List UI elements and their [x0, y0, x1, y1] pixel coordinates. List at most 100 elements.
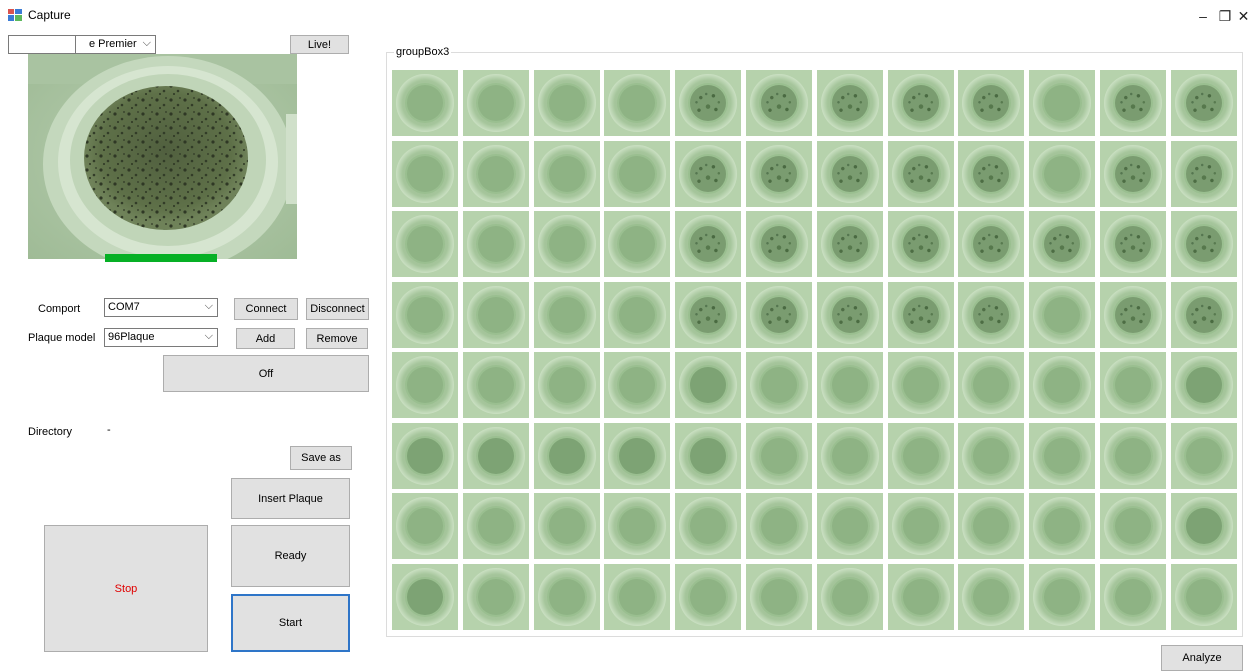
well-image: [1029, 211, 1095, 277]
well-image: [392, 282, 458, 348]
restore-button[interactable]: ❐: [1215, 7, 1235, 25]
well-image: [817, 352, 883, 418]
well-image: [958, 423, 1024, 489]
well-center: [1044, 367, 1080, 403]
plaque-model-select[interactable]: 96Plaque ⌵: [104, 328, 218, 347]
stop-button[interactable]: Stop: [44, 525, 208, 652]
well-center: [549, 156, 585, 192]
well-image: [958, 493, 1024, 559]
well-center: [478, 508, 514, 544]
well-center: [478, 156, 514, 192]
well-center: [903, 297, 939, 333]
off-button[interactable]: Off: [163, 355, 369, 392]
well-center: [1044, 226, 1080, 262]
well-center: [1186, 85, 1222, 121]
well-image: [534, 70, 600, 136]
well-image: [817, 423, 883, 489]
well-image: [604, 70, 670, 136]
well-center: [549, 579, 585, 615]
well-center: [549, 297, 585, 333]
chevron-down-icon: ⌵: [204, 300, 213, 312]
well-center: [832, 579, 868, 615]
well-center: [903, 438, 939, 474]
well-image: [746, 141, 812, 207]
well-center: [690, 156, 726, 192]
connect-button[interactable]: Connect: [234, 298, 298, 320]
well-image: [1029, 282, 1095, 348]
well-image: [888, 493, 954, 559]
chevron-down-icon: ⌵: [204, 330, 213, 342]
well-center: [407, 508, 443, 544]
plaque-model-select-value: 96Plaque: [108, 331, 155, 343]
well-center: [973, 367, 1009, 403]
well-center: [761, 367, 797, 403]
well-image: [817, 564, 883, 630]
progress-fill: [105, 254, 217, 262]
well-image: [958, 564, 1024, 630]
live-button[interactable]: Live!: [290, 35, 349, 54]
well-center: [690, 226, 726, 262]
camera-select[interactable]: e Premier ⌵: [8, 35, 156, 54]
well-center: [619, 579, 655, 615]
well-center: [973, 297, 1009, 333]
well-center: [973, 438, 1009, 474]
well-image: [604, 352, 670, 418]
window-title: Capture: [28, 8, 71, 22]
well-image: [463, 493, 529, 559]
well-image: [958, 352, 1024, 418]
well-image: [888, 352, 954, 418]
well-image: [534, 282, 600, 348]
well-image: [675, 282, 741, 348]
well-center: [407, 367, 443, 403]
ready-button[interactable]: Ready: [231, 525, 350, 587]
well-center: [1044, 156, 1080, 192]
well-center: [832, 508, 868, 544]
disconnect-button[interactable]: Disconnect: [306, 298, 369, 320]
well-center: [1186, 579, 1222, 615]
well-center: [619, 85, 655, 121]
well-center: [973, 579, 1009, 615]
well-image: [1100, 211, 1166, 277]
well-center: [407, 297, 443, 333]
well-center: [1115, 579, 1151, 615]
well-center: [903, 508, 939, 544]
well-center: [549, 226, 585, 262]
well-center: [478, 579, 514, 615]
save-as-button[interactable]: Save as: [290, 446, 352, 470]
close-button[interactable]: ✕: [1237, 7, 1250, 25]
insert-plaque-button[interactable]: Insert Plaque: [231, 478, 350, 519]
well-image: [746, 352, 812, 418]
well-center: [761, 579, 797, 615]
well-center: [1186, 226, 1222, 262]
well-image: [463, 211, 529, 277]
well-image: [958, 70, 1024, 136]
well-center: [761, 85, 797, 121]
well-image: [604, 211, 670, 277]
analyze-button[interactable]: Analyze: [1161, 645, 1243, 671]
well-image: [746, 282, 812, 348]
well-center: [832, 438, 868, 474]
comport-select[interactable]: COM7 ⌵: [104, 298, 218, 317]
well-image: [463, 141, 529, 207]
minimize-button[interactable]: –: [1193, 7, 1213, 25]
camera-select-edit[interactable]: [9, 36, 76, 53]
app-icon: [8, 9, 22, 21]
well-image: [817, 141, 883, 207]
remove-button[interactable]: Remove: [306, 328, 368, 349]
well-image: [888, 564, 954, 630]
add-button[interactable]: Add: [236, 328, 295, 349]
well-center: [973, 85, 1009, 121]
well-center: [1186, 156, 1222, 192]
groupbox-label: groupBox3: [394, 46, 452, 58]
well-image: [888, 70, 954, 136]
well-center: [619, 297, 655, 333]
start-button[interactable]: Start: [231, 594, 350, 652]
well-image: [817, 282, 883, 348]
well-image: [463, 423, 529, 489]
well-image: [534, 211, 600, 277]
well-center: [478, 367, 514, 403]
well-image: [675, 564, 741, 630]
directory-label: Directory: [28, 426, 73, 438]
well-image: [817, 493, 883, 559]
chevron-down-icon: ⌵: [142, 37, 151, 49]
